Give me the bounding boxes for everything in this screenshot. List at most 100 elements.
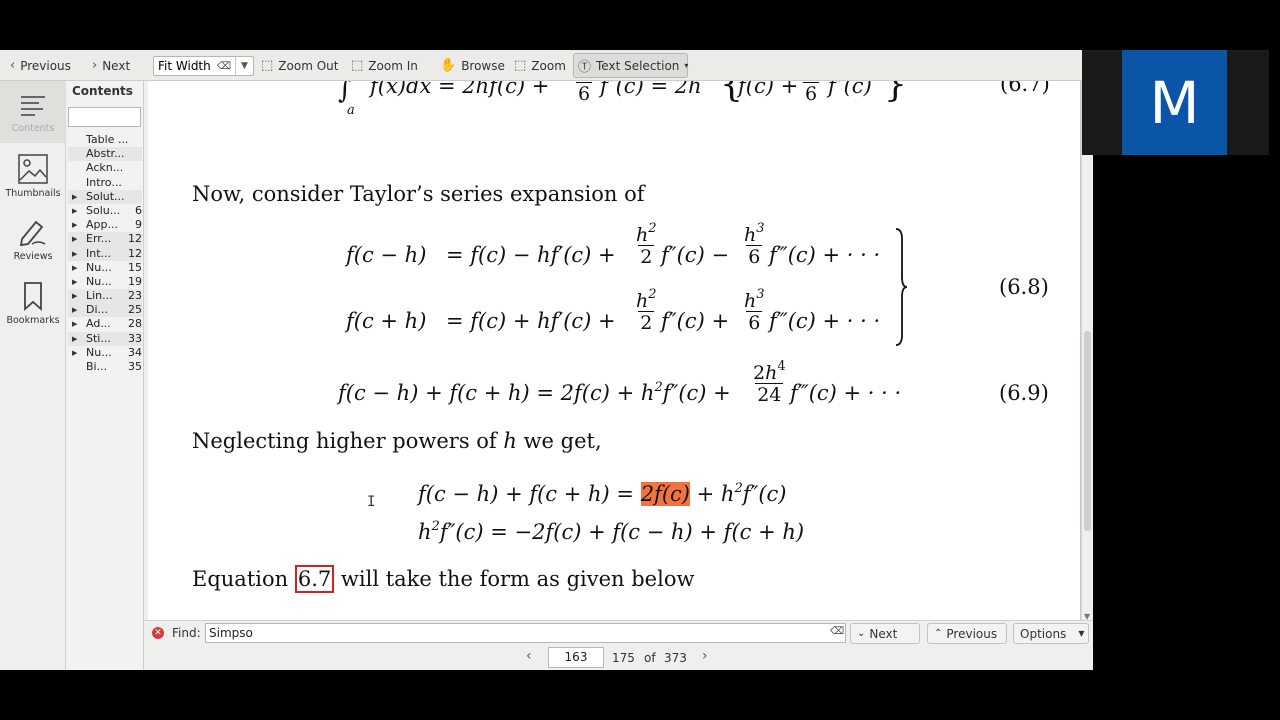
equation-6-9-tag: (6.9)	[999, 381, 1049, 405]
toc-item[interactable]: ▶ Lin... 23	[68, 289, 142, 304]
browse-tool-label: Browse	[461, 58, 505, 73]
expand-arrow-icon[interactable]: ▶	[72, 204, 77, 218]
zoom-in-icon: ⬚	[351, 58, 364, 73]
sidebar: Contents Thumbnails Reviews Bookmarks	[0, 81, 66, 670]
expand-arrow-icon[interactable]: ▶	[72, 289, 77, 303]
chevron-down-icon: ▾	[684, 61, 689, 70]
eq-6-8-fraction: h3 6	[744, 287, 765, 334]
equation-6-7-text: f(x)dx = 2hf(c) +	[370, 81, 550, 98]
eq-6-8-fraction: h2 2	[636, 221, 657, 268]
search-highlight[interactable]: 2f(c)	[640, 482, 690, 506]
toc-item[interactable]: ▶ Solu... 6	[68, 204, 142, 218]
toc-item-page: 34	[128, 345, 142, 359]
eq-6-8-fraction: h3 6	[744, 221, 765, 268]
expand-arrow-icon[interactable]: ▶	[72, 303, 77, 317]
toc-item-label: Bi...	[86, 360, 108, 373]
next-page-button[interactable]: › Next	[88, 53, 134, 78]
paragraph-text: will take the form as given below	[334, 567, 695, 591]
toc-item[interactable]: Table ...	[68, 133, 142, 147]
toc-item[interactable]: ▶ Sti... 33	[68, 331, 142, 346]
toc-item[interactable]: Intro...	[68, 176, 142, 190]
toc-item[interactable]: ▶ Nu... 19	[68, 275, 142, 289]
toc-item-label: Nu...	[86, 345, 112, 359]
chevron-left-icon[interactable]: ‹	[526, 648, 532, 664]
thumbnails-icon	[18, 153, 48, 184]
pen-icon	[19, 220, 46, 246]
close-icon[interactable]: ✕	[152, 627, 164, 639]
clear-icon[interactable]: ⌫	[217, 61, 231, 72]
logo-overlay: M	[1082, 50, 1269, 155]
chevron-up-icon: ⌃	[934, 628, 943, 639]
eq-neglect-line2: h2f″(c) = −2f(c) + f(c − h) + f(c + h)	[418, 519, 805, 544]
sidebar-item-contents[interactable]: Contents	[0, 81, 66, 143]
text-cursor-icon: Ⓣ	[578, 60, 592, 75]
previous-page-button[interactable]: ‹ Previous	[6, 53, 75, 78]
toc-item-label: Solut...	[86, 189, 125, 203]
toc-item-label: Di...	[86, 303, 109, 317]
find-options-button[interactable]: Options ▼	[1013, 623, 1089, 644]
toc-item[interactable]: ▶ Di... 25	[68, 303, 142, 318]
chevron-down-icon[interactable]: ▼	[235, 57, 253, 75]
paragraph-equation-ref: Equation 6.7 will take the form as given…	[192, 565, 695, 593]
next-page-label: Next	[102, 58, 131, 73]
toc-item-label: Ackn...	[86, 161, 124, 175]
expand-arrow-icon[interactable]: ▶	[72, 261, 77, 275]
find-previous-button[interactable]: ⌃ Previous	[927, 623, 1007, 644]
toc-item[interactable]: ▶ Ad... 28	[68, 317, 142, 331]
sidebar-item-bookmarks[interactable]: Bookmarks	[0, 272, 66, 334]
contents-title: Contents	[72, 84, 133, 98]
equation-reference-link[interactable]: 6.7	[294, 565, 335, 593]
document-viewport[interactable]: ∫ a f(x)dx = 2hf(c) + 6 f″(c) = 2h { f(c…	[148, 81, 1093, 620]
toc-item[interactable]: ▶ Nu... 15	[68, 261, 142, 275]
toc-item[interactable]: Abstr...	[68, 147, 142, 162]
toc-item[interactable]: ▶ Nu... 34	[68, 346, 142, 360]
sidebar-item-thumbnails[interactable]: Thumbnails	[0, 145, 66, 207]
zoom-in-button[interactable]: ⬚ Zoom In	[347, 53, 422, 78]
expand-arrow-icon[interactable]: ▶	[72, 218, 77, 232]
chevron-down-icon: ⌄	[857, 628, 866, 639]
expand-arrow-icon[interactable]: ▶	[72, 332, 77, 346]
find-input[interactable]: Simpso	[205, 623, 846, 643]
scrollbar-thumb[interactable]	[1084, 331, 1091, 531]
eq-6-9-text: f‴(c) + · · ·	[790, 381, 902, 405]
sidebar-item-reviews[interactable]: Reviews	[0, 208, 66, 270]
integral-sign: ∫	[338, 81, 352, 105]
toc-item[interactable]: Bi... 35	[68, 360, 142, 374]
expand-arrow-icon[interactable]: ▶	[72, 346, 77, 360]
toc-item[interactable]: Ackn...	[68, 161, 142, 175]
scroll-down-icon[interactable]: ▼	[1084, 612, 1090, 620]
browse-tool-button[interactable]: ✋ Browse	[436, 53, 509, 78]
equation-6-7-fraction: 6	[576, 82, 593, 105]
text-selection-tool-button[interactable]: Ⓣ Text Selection ▾	[573, 53, 688, 78]
zoom-tool-button[interactable]: ⬚ Zoom	[510, 53, 570, 78]
expand-arrow-icon[interactable]: ▶	[72, 190, 77, 204]
toc-item[interactable]: ▶ Solut...	[68, 189, 142, 204]
sidebar-item-label: Thumbnails	[5, 187, 61, 199]
sidebar-item-label: Contents	[11, 122, 55, 134]
expand-arrow-icon[interactable]: ▶	[72, 232, 77, 246]
zoom-out-button[interactable]: ⬚ Zoom Out	[257, 53, 342, 78]
eq-6-9-text: f(c − h) + f(c + h) = 2f(c) + h2f″(c) +	[338, 380, 731, 405]
toc-item-label: Sti...	[86, 331, 111, 345]
equation-6-7-text: f″(c) = 2h	[600, 81, 702, 98]
equation-6-7-tag: (6.7)	[1000, 81, 1050, 96]
toc-item-label: Abstr...	[86, 147, 125, 161]
toc-item[interactable]: ▶ Err... 12	[68, 232, 142, 247]
zoom-mode-select[interactable]: Fit Width ⌫ ▼	[153, 56, 254, 76]
toc-item-page: 12	[128, 232, 142, 246]
sidebar-item-label: Reviews	[13, 250, 53, 262]
clear-icon[interactable]: ⌫	[830, 626, 844, 637]
eq-6-8-line1-rhs: f″(c) −	[661, 243, 730, 267]
find-next-button[interactable]: ⌄ Next	[850, 623, 920, 644]
page-number-input[interactable]: 163	[548, 647, 604, 668]
chevron-right-icon[interactable]: ›	[702, 648, 708, 664]
expand-arrow-icon[interactable]: ▶	[72, 275, 77, 289]
expand-arrow-icon[interactable]: ▶	[72, 317, 77, 331]
toc-item[interactable]: ▶ App... 9	[68, 218, 142, 232]
expand-arrow-icon[interactable]: ▶	[72, 247, 77, 261]
toc-item[interactable]: ▶ Int... 12	[68, 246, 142, 261]
vertical-scrollbar[interactable]: ▲ ▼	[1081, 81, 1093, 620]
toc-item-label: Ad...	[86, 317, 111, 331]
eq-neglect-line1: f(c − h) + f(c + h) = 2f(c) + h2f″(c)	[418, 481, 787, 506]
contents-filter-input[interactable]	[68, 107, 141, 127]
